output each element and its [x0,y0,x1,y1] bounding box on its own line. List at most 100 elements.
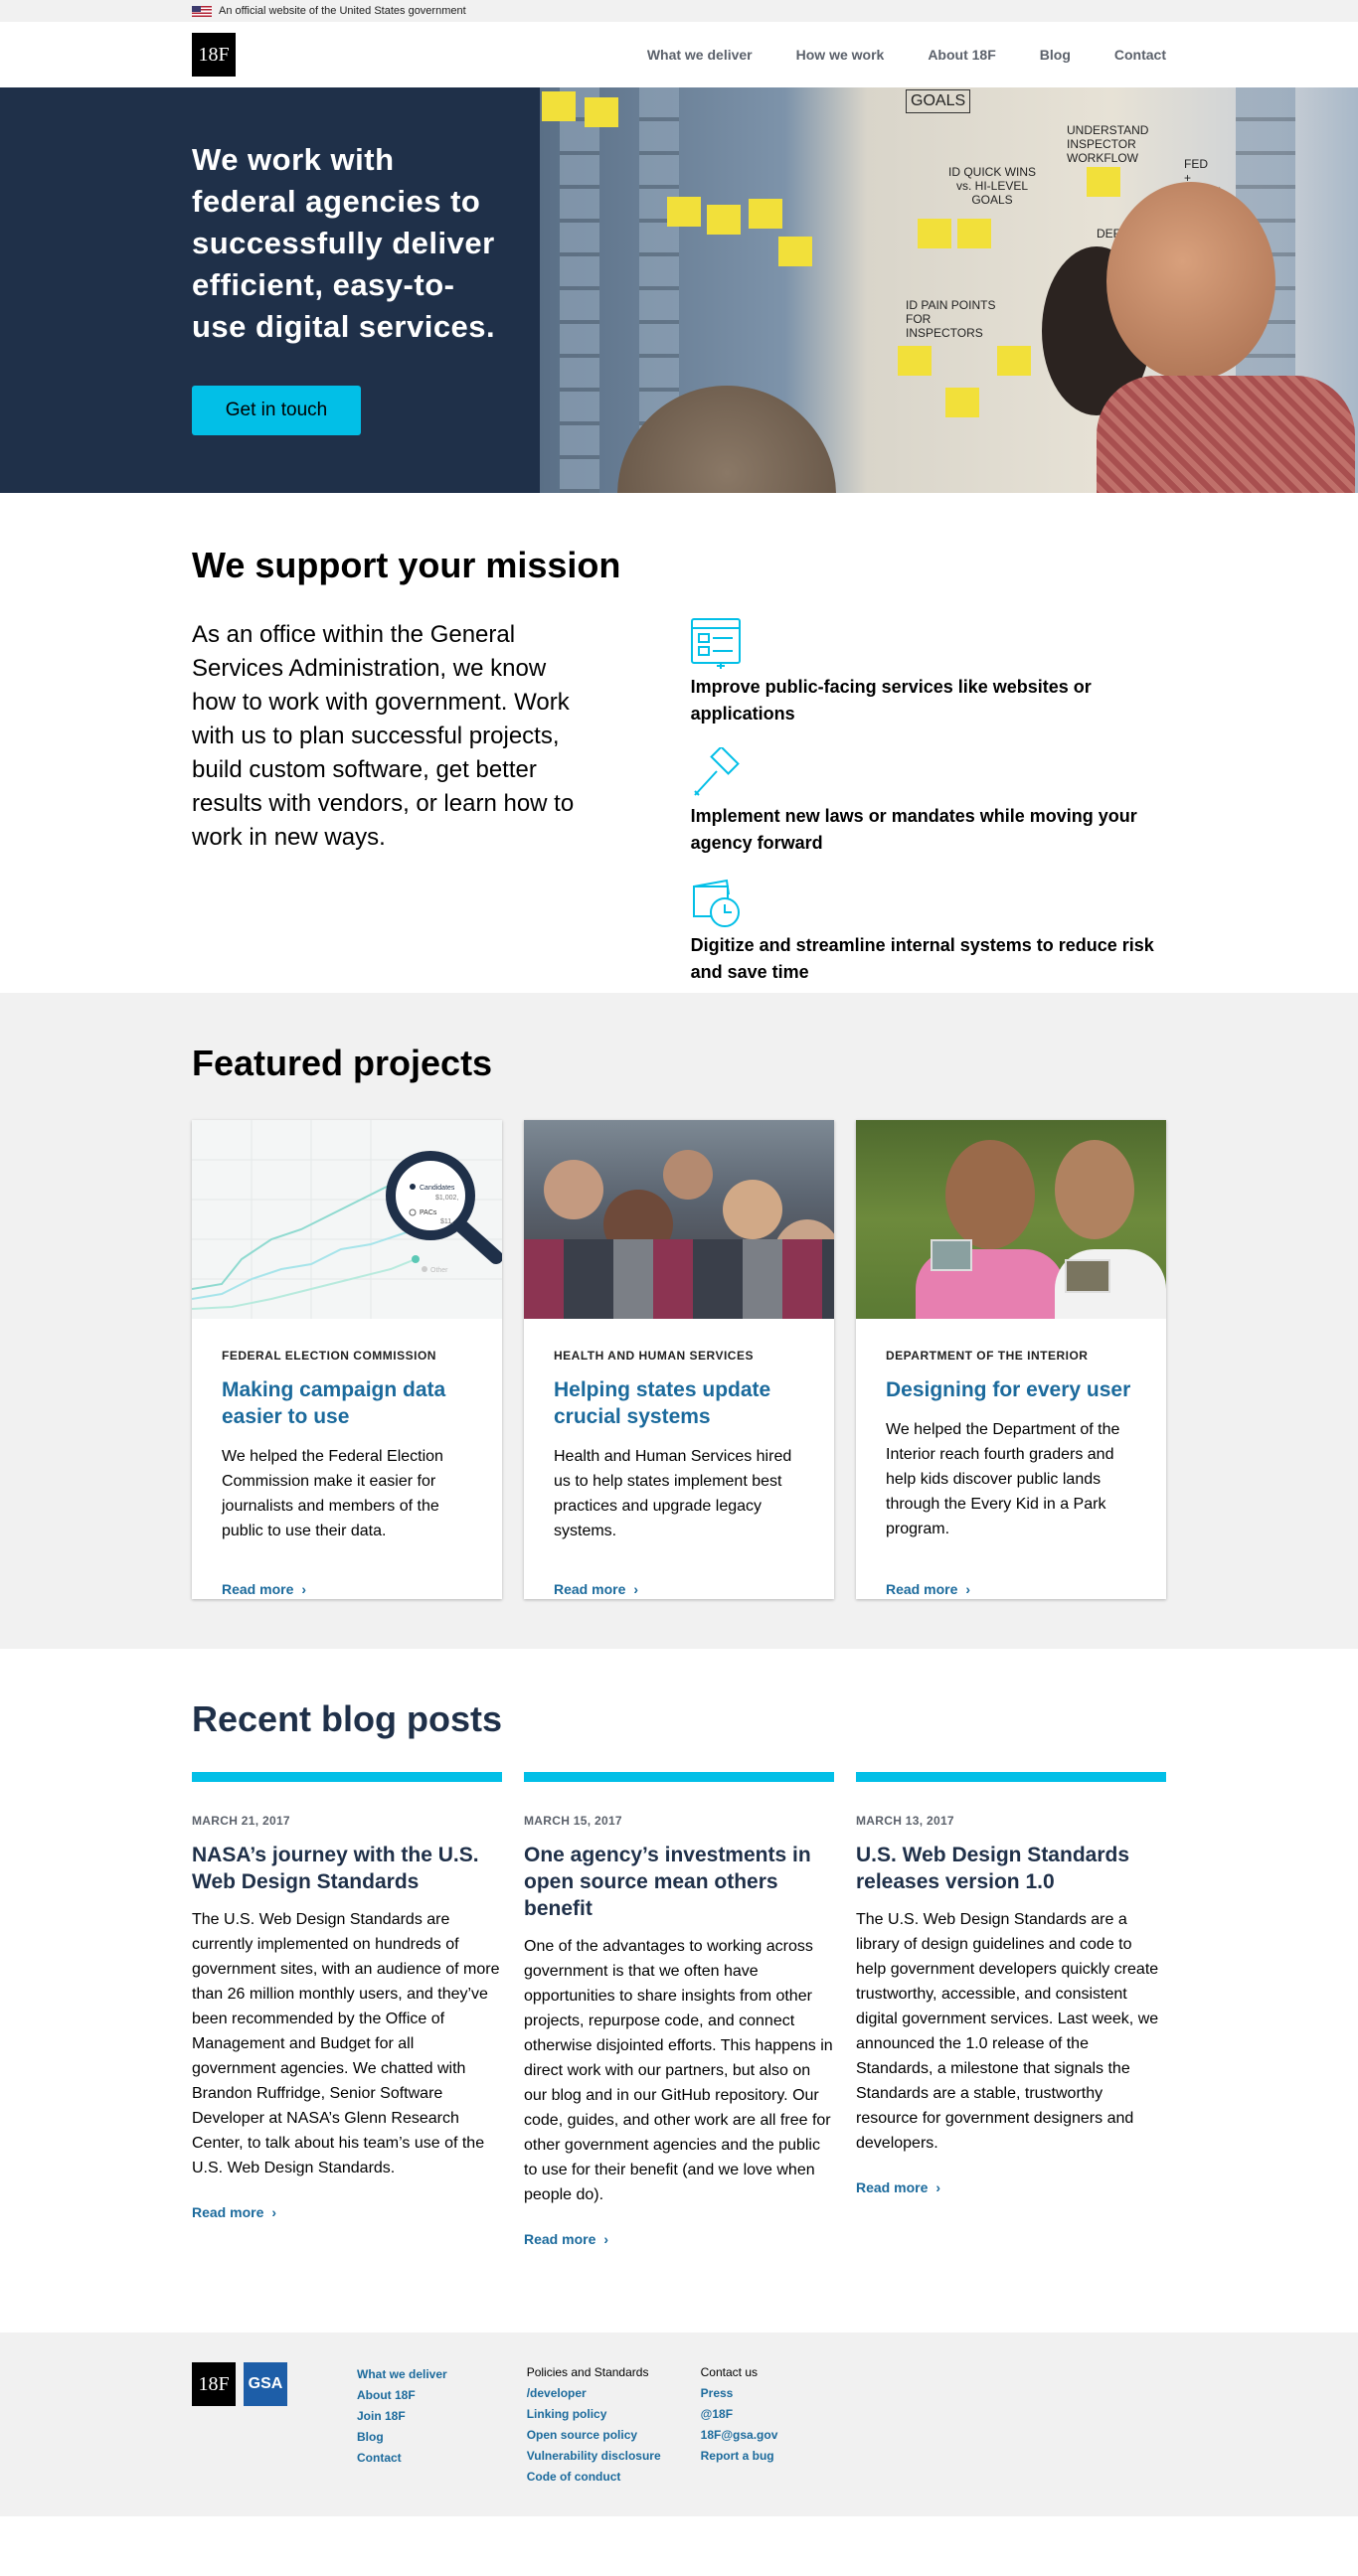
card-title[interactable]: Helping states update crucial systems [554,1376,804,1430]
get-in-touch-button[interactable]: Get in touch [192,386,361,435]
footer-link-developer[interactable]: /developer [527,2383,661,2404]
crowd-clothing [524,1239,834,1319]
mission-heading: We support your mission [192,545,621,585]
card-title[interactable]: Making campaign data easier to use [222,1376,472,1430]
nav-about-18f[interactable]: About 18F [928,47,995,63]
sticky-note [1087,167,1120,197]
card-agency: HEALTH AND HUMAN SERVICES [554,1349,754,1363]
read-more-label: Read more [524,2231,596,2247]
read-more-link[interactable]: Read more › [192,2204,276,2220]
blog-post: MARCH 15, 2017 One agency’s investments … [524,1772,834,2249]
mission-point: Digitize and streamline internal systems… [691,877,1166,986]
campaign-data-image: Candidates $1,002, PACs $11, Other [192,1120,502,1319]
chevron-right-icon: › [633,1581,639,1597]
footer-link-join-18f[interactable]: Join 18F [357,2406,447,2427]
footer-link-press[interactable]: Press [701,2383,778,2404]
whiteboard-text: ID QUICK WINS vs. HI-LEVEL GOALS [947,165,1036,207]
footer-link-contact[interactable]: Contact [357,2448,447,2469]
sticky-note [778,237,812,266]
person-silhouette [723,1180,782,1239]
footer-gsa-logo[interactable]: GSA [244,2362,287,2406]
nav-contact[interactable]: Contact [1114,47,1166,63]
site-footer: 18F GSA What we deliver About 18F Join 1… [0,2333,1358,2516]
whiteboard-text: UNDERSTAND INSPECTOR WORKFLOW [1067,123,1149,165]
read-more-link[interactable]: Read more › [554,1581,638,1597]
person-silhouette [1106,182,1275,381]
footer-link-about-18f[interactable]: About 18F [357,2385,447,2406]
read-more-link[interactable]: Read more › [856,2179,940,2195]
nav-blog[interactable]: Blog [1040,47,1071,63]
mission-point-text: Digitize and streamline internal systems… [690,935,1154,982]
read-more-link[interactable]: Read more › [524,2231,608,2247]
footer-link-what-we-deliver[interactable]: What we deliver [357,2364,447,2385]
footer-link-report-bug[interactable]: Report a bug [701,2446,778,2467]
footer-link-email[interactable]: 18F@gsa.gov [701,2425,778,2446]
us-flag-icon [192,5,212,17]
gov-banner: An official website of the United States… [0,0,1358,22]
post-date: MARCH 15, 2017 [524,1814,622,1828]
post-title[interactable]: U.S. Web Design Standards releases versi… [856,1842,1166,1895]
footer-logos: 18F GSA [192,2362,287,2488]
read-more-link[interactable]: Read more › [886,1581,970,1597]
post-title[interactable]: NASA’s journey with the U.S. Web Design … [192,1842,502,1895]
person-shirt [1097,376,1355,493]
mission-point: Implement new laws or mandates while mov… [691,747,1166,857]
gavel-icon [693,747,740,796]
footer-policies-column: Policies and Standards /developer Linkin… [527,2362,661,2488]
hero-panel: We work with federal agencies to success… [0,87,540,493]
chevron-right-icon: › [965,1581,971,1597]
18f-logo[interactable]: 18F [192,33,236,77]
footer-link-vulnerability-disclosure[interactable]: Vulnerability disclosure [527,2446,661,2467]
post-excerpt: The U.S. Web Design Standards are curren… [192,1911,500,2176]
footer-link-blog[interactable]: Blog [357,2427,447,2448]
footer-link-open-source-policy[interactable]: Open source policy [527,2425,661,2446]
footer-nav-column: What we deliver About 18F Join 18F Blog … [357,2362,447,2488]
park-pass-card [931,1239,972,1271]
chart-label: $1,002, [435,1195,458,1202]
footer-link-twitter[interactable]: @18F [701,2404,778,2425]
sticky-note [997,346,1031,376]
person-silhouette [1055,1140,1134,1239]
post-accent-bar [524,1772,834,1782]
gov-banner-text: An official website of the United States… [219,5,466,17]
window-decoration [560,87,599,493]
read-more-label: Read more [554,1581,626,1597]
site-header: 18F What we deliver How we work About 18… [0,22,1358,87]
sticky-note [707,205,741,235]
footer-18f-logo[interactable]: 18F [192,2362,236,2406]
card-agency: DEPARTMENT OF THE INTERIOR [886,1349,1089,1363]
chart-label: PACs [420,1209,437,1216]
whiteboard-text: GOALS [906,89,971,113]
footer-link-linking-policy[interactable]: Linking policy [527,2404,661,2425]
read-more-link[interactable]: Read more › [222,1581,306,1597]
sticky-note [957,219,991,248]
mission-point-text: Implement new laws or mandates while mov… [690,806,1137,853]
post-date: MARCH 13, 2017 [856,1814,954,1828]
card-description: We helped the Department of the Interior… [886,1421,1120,1537]
primary-nav: What we deliver How we work About 18F Bl… [603,47,1166,63]
card-title[interactable]: Designing for every user [886,1376,1136,1403]
chart-label: Other [430,1267,448,1274]
sticky-note [898,346,932,376]
project-card[interactable]: HEALTH AND HUMAN SERVICES Helping states… [524,1120,834,1599]
sticky-note [918,219,951,248]
post-title[interactable]: One agency’s investments in open source … [524,1842,834,1922]
chevron-right-icon: › [935,2179,941,2195]
clock-document-icon [692,879,740,927]
project-card[interactable]: DEPARTMENT OF THE INTERIOR Designing for… [856,1120,1166,1599]
sticky-note [749,199,782,229]
blog-heading: Recent blog posts [192,1698,503,1739]
nav-what-we-deliver[interactable]: What we deliver [647,47,753,63]
footer-link-code-of-conduct[interactable]: Code of conduct [527,2467,661,2488]
whiteboard-text: ID PAIN POINTS FOR INSPECTORS [906,298,996,340]
campaign-chart-graphic: Candidates $1,002, PACs $11, Other [192,1120,502,1319]
nav-how-we-work[interactable]: How we work [796,47,885,63]
mission-section: We support your mission As an office wit… [0,493,1358,993]
post-excerpt: The U.S. Web Design Standards are a libr… [856,1911,1159,2152]
read-more-label: Read more [886,1581,958,1597]
mission-point-text: Improve public-facing services like webs… [690,677,1092,724]
person-silhouette [663,1150,713,1200]
read-more-label: Read more [856,2179,929,2195]
read-more-label: Read more [222,1581,294,1597]
project-card[interactable]: Candidates $1,002, PACs $11, Other FEDER… [192,1120,502,1599]
